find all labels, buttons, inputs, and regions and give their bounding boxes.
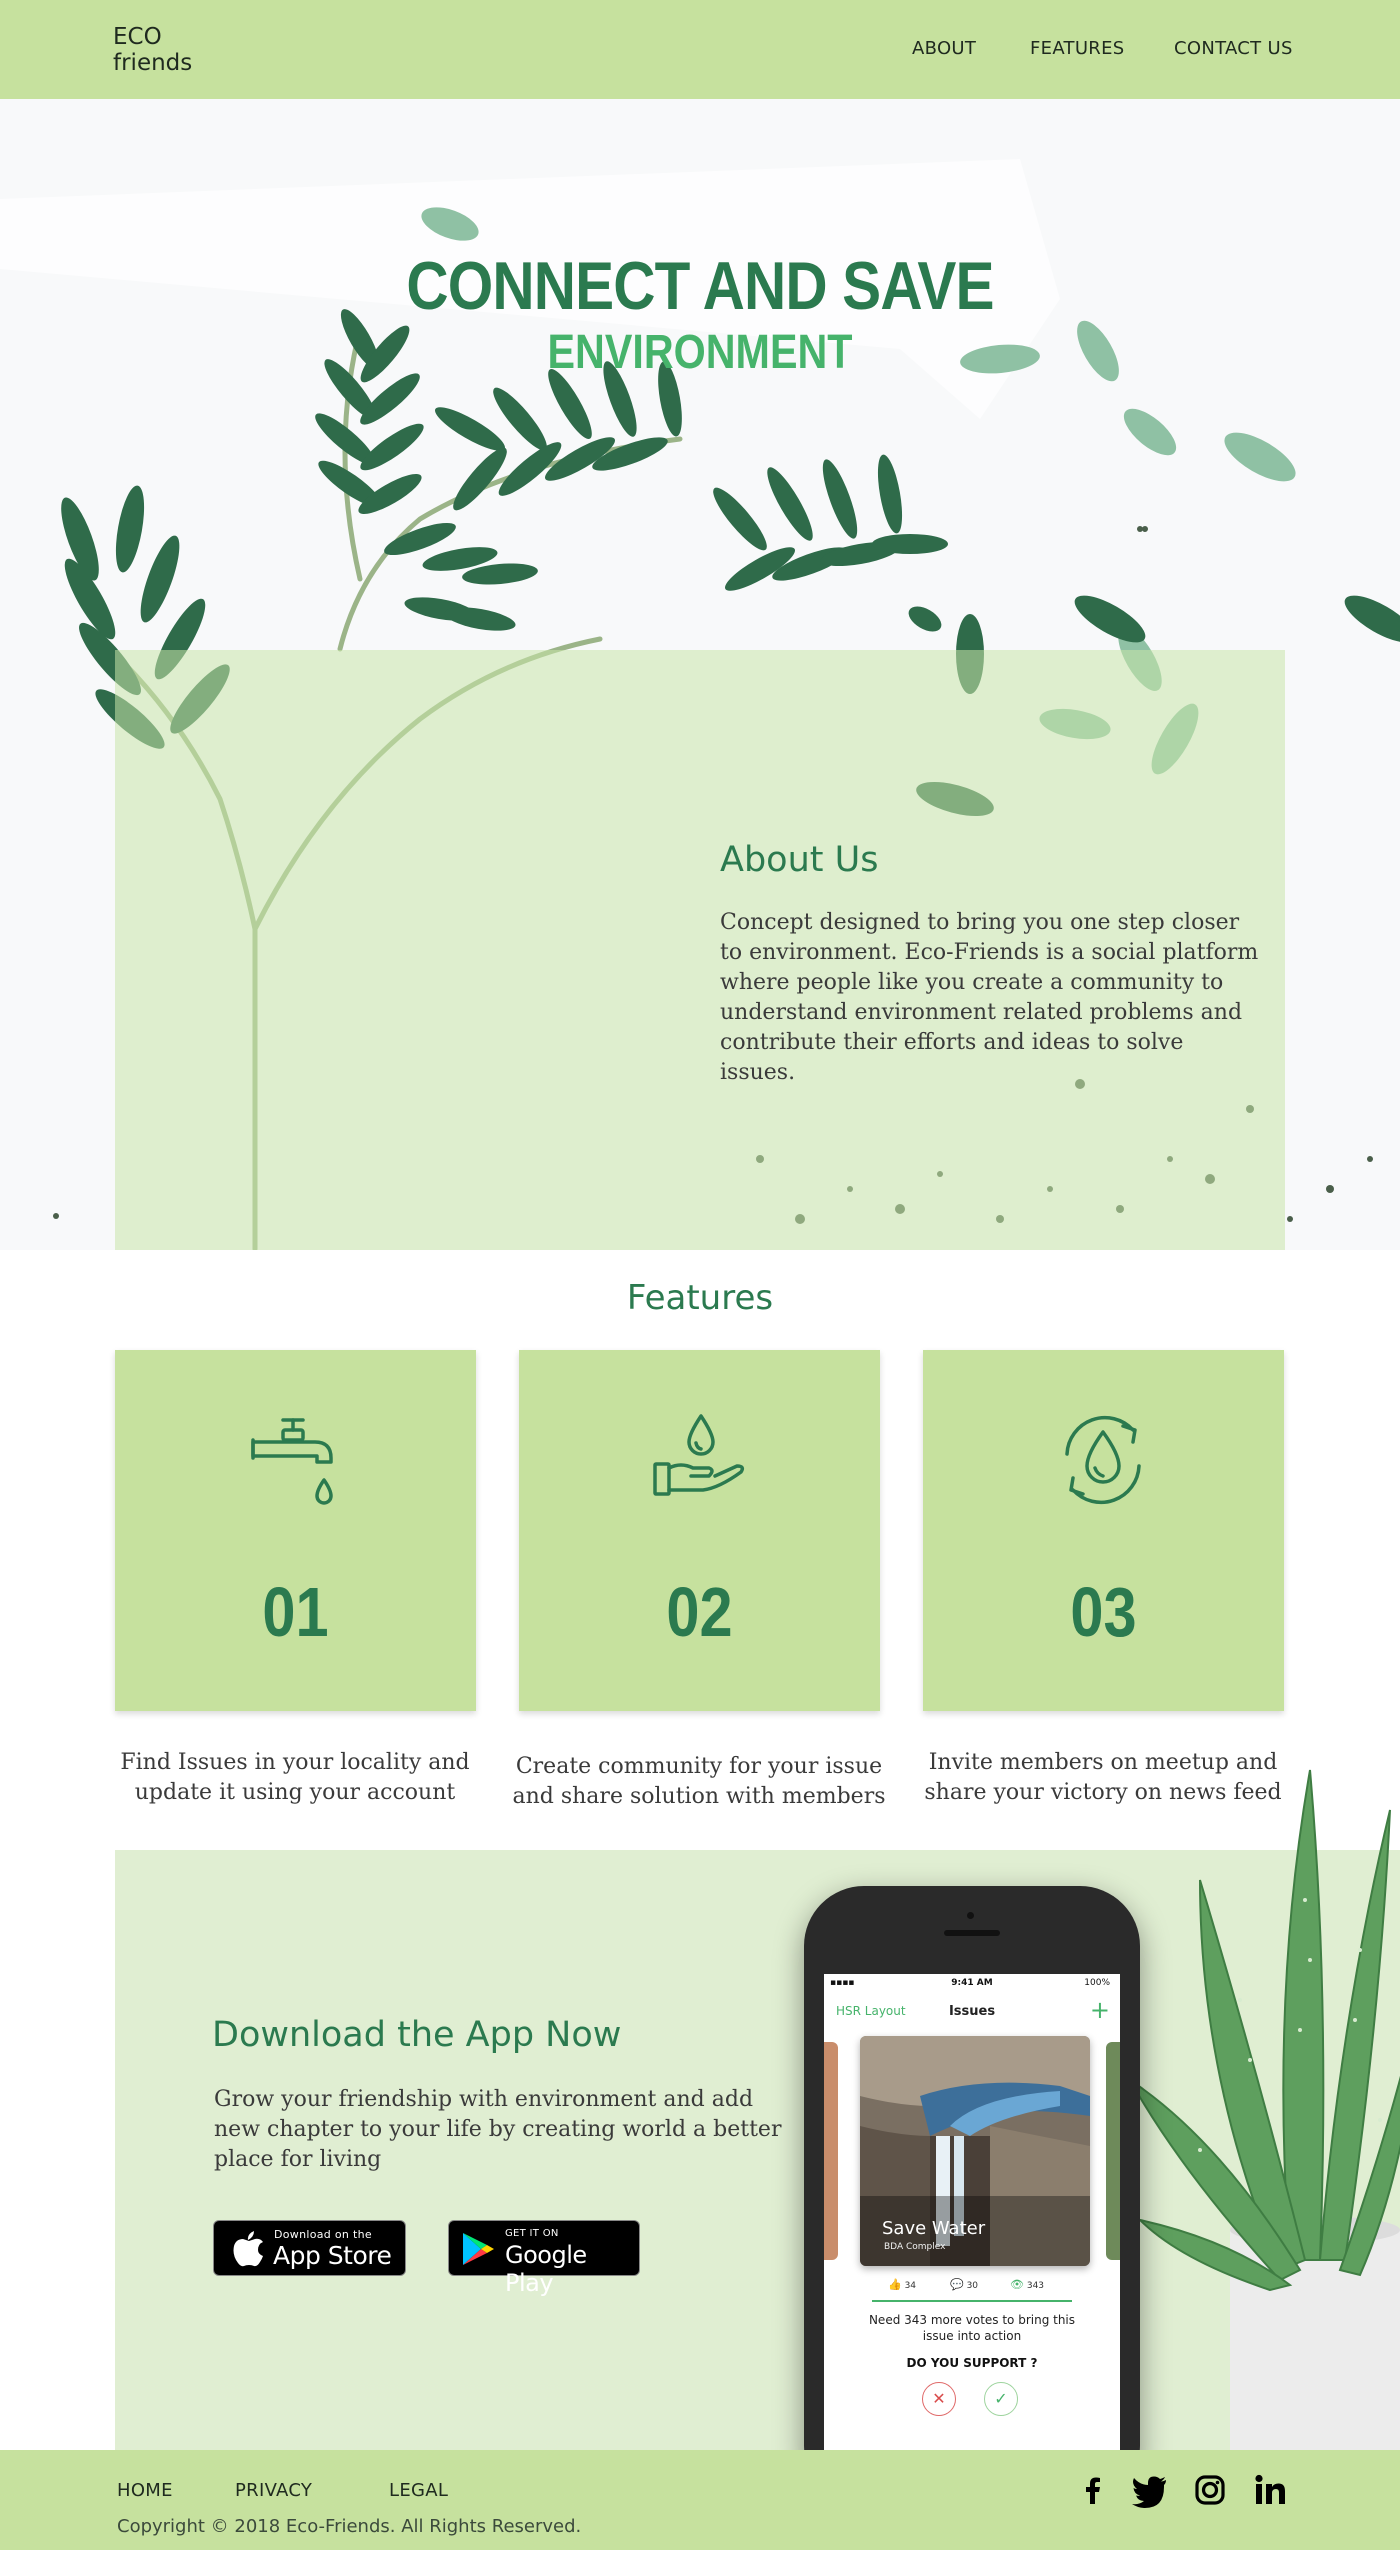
issue-location: BDA Complex: [884, 2242, 946, 2252]
status-time: 9:41 AM: [951, 1978, 993, 1988]
issue-stats: 👍 34 💬 30 👁 343: [824, 2278, 1120, 2294]
next-issue-card[interactable]: [1106, 2042, 1120, 2260]
hand-water-drop-icon: [653, 1414, 745, 1496]
footer-link-privacy[interactable]: PRIVACY: [235, 2480, 312, 2501]
add-issue-button[interactable]: +: [1090, 1996, 1110, 2024]
eye-icon: 👁: [1010, 2278, 1024, 2291]
hero-subtitle: ENVIRONMENT: [547, 326, 853, 379]
feature-number-1: 01: [262, 1573, 329, 1651]
votes-needed-text: Need 343 more votes to bring this issue …: [868, 2313, 1076, 2343]
google-play-label: Google Play: [505, 2241, 587, 2297]
vote-no-button[interactable]: ✕: [922, 2382, 956, 2416]
phone-camera: [967, 1912, 974, 1919]
footer-link-home[interactable]: HOME: [117, 2480, 173, 2501]
logo[interactable]: ECO friends: [113, 24, 192, 76]
google-play-button[interactable]: GET IT ON Google Play: [448, 2220, 640, 2297]
nav-contact-us[interactable]: CONTACT US: [1174, 38, 1293, 59]
succulent-plant-image: [1140, 1769, 1400, 2450]
comments-stat[interactable]: 💬 30: [950, 2278, 978, 2291]
linkedin-icon[interactable]: [1250, 2470, 1290, 2510]
battery-status: 100%: [1084, 1978, 1110, 1988]
comment-icon: 💬: [950, 2278, 964, 2291]
features-title: Features: [626, 1278, 774, 1318]
vote-yes-button[interactable]: ✓: [984, 2382, 1018, 2416]
issue-title: Save Water: [882, 2218, 986, 2239]
feature-desc-1: Find Issues in your locality and update …: [120, 1750, 470, 1805]
phone-speaker: [944, 1930, 1000, 1936]
phone-mockup: ▪▪▪▪ 9:41 AM 100% Issues HSR Layout + Sa…: [804, 1886, 1140, 2506]
thumbs-up-icon: 👍: [888, 2278, 902, 2291]
nav-about[interactable]: ABOUT: [912, 38, 976, 59]
likes-stat[interactable]: 👍 34: [888, 2278, 916, 2291]
feature-number-2: 02: [666, 1573, 733, 1651]
water-tap-icon: [251, 1418, 333, 1505]
issue-card[interactable]: Save Water BDA Complex: [860, 2036, 1090, 2266]
download-text: Grow your friendship with environment an…: [214, 2087, 782, 2172]
views-stat: 👁 343: [1010, 2278, 1044, 2291]
feature-card-2: 02: [519, 1350, 880, 1711]
top-header: ECO friends ABOUT FEATURES CONTACT US: [0, 0, 1400, 99]
feature-desc-2: Create community for your issue and shar…: [512, 1754, 886, 1809]
instagram-icon[interactable]: [1190, 2470, 1230, 2510]
google-play-small-label: GET IT ON: [505, 2228, 559, 2239]
recycle-water-drop-icon: [1065, 1415, 1141, 1505]
previous-issue-card[interactable]: [824, 2042, 838, 2260]
stats-divider: [872, 2300, 1072, 2302]
app-store-small-label: Download on the: [274, 2228, 372, 2241]
logo-line2: friends: [113, 50, 193, 76]
support-question: DO YOU SUPPORT ?: [906, 2356, 1038, 2370]
app-store-label: App Store: [273, 2241, 392, 2270]
apple-icon: [233, 2231, 263, 2267]
phone-screen: ▪▪▪▪ 9:41 AM 100% Issues HSR Layout + Sa…: [824, 1974, 1120, 2506]
about-text: Concept designed to bring you one step c…: [720, 910, 1259, 1085]
about-title: About Us: [720, 840, 879, 880]
feature-card-3: 03: [923, 1350, 1284, 1711]
feature-number-3: 03: [1070, 1573, 1137, 1651]
comments-count: 30: [966, 2281, 979, 2291]
hero-title: CONNECT AND SAVE: [406, 248, 994, 324]
twitter-icon[interactable]: [1130, 2470, 1170, 2510]
views-count: 343: [1026, 2281, 1045, 2291]
footer: HOME PRIVACY LEGAL Copyright © 2018 Eco-…: [0, 2450, 1400, 2550]
location-selector[interactable]: HSR Layout: [836, 2004, 906, 2018]
copyright-text: Copyright © 2018 Eco-Friends. All Rights…: [117, 2516, 582, 2537]
google-play-icon: [463, 2233, 494, 2265]
download-title: Download the App Now: [212, 2015, 622, 2055]
feature-card-1: 01: [115, 1350, 476, 1711]
facebook-icon[interactable]: [1072, 2470, 1112, 2510]
logo-line1: ECO: [113, 24, 162, 50]
status-bar: ▪▪▪▪ 9:41 AM 100%: [824, 1976, 1120, 1992]
footer-link-legal[interactable]: LEGAL: [389, 2480, 448, 2501]
nav-features[interactable]: FEATURES: [1030, 38, 1125, 59]
app-store-button[interactable]: Download on the App Store: [213, 2220, 406, 2276]
likes-count: 34: [904, 2281, 917, 2291]
